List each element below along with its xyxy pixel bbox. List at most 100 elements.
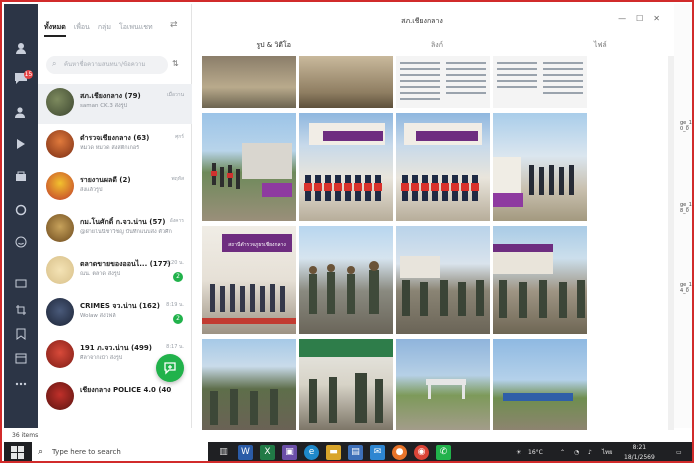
photo-thumbnail[interactable] — [493, 226, 587, 334]
chrome-icon[interactable]: ◉ — [414, 445, 429, 460]
tab-links[interactable]: ลิงก์ — [355, 40, 518, 56]
minimize-icon[interactable]: — — [618, 14, 626, 23]
app-frame: 15 ทั้งหมด เพื่อน กลุ่ม โอเพนแชท ⇄ ค้นหา… — [0, 0, 694, 463]
shop-icon[interactable] — [13, 168, 29, 184]
bookmark-icon[interactable] — [13, 326, 29, 342]
person-icon[interactable] — [13, 40, 29, 56]
tab-groups[interactable]: กลุ่ม — [98, 22, 111, 37]
more-icon[interactable] — [13, 376, 29, 392]
photo-thumbnail[interactable] — [299, 226, 393, 334]
photos-icon[interactable]: ▣ — [282, 445, 297, 460]
chat-list-item[interactable]: เชียงกลาง POLICE 4.0 (40) — [38, 378, 192, 418]
avatar — [46, 172, 74, 200]
avatar — [46, 340, 74, 368]
weather-temperature[interactable]: 16°C — [528, 442, 543, 461]
photo-thumbnail[interactable] — [396, 339, 490, 430]
photo-thumbnail[interactable] — [202, 113, 296, 221]
photo-thumbnail[interactable] — [299, 56, 393, 108]
chat-filter-tabs: ทั้งหมด เพื่อน กลุ่ม โอเพนแชท — [44, 22, 153, 37]
chat-search-input[interactable]: ค้นหาชื่อความสนทนา/ข้อความ — [46, 56, 168, 74]
chat-time: อังคาร — [169, 218, 184, 224]
chat-list-item[interactable]: ตำรวจเชียงกลาง (63) หมวด หมวด ส่งสติกเกอ… — [38, 126, 192, 166]
voom-icon[interactable] — [13, 202, 29, 218]
photo-thumbnail[interactable]: สถานีตำรวจภูธรเชียงกลาง — [202, 226, 296, 334]
close-icon[interactable]: ✕ — [653, 14, 660, 23]
avatar — [46, 298, 74, 326]
photo-thumbnail[interactable] — [396, 113, 490, 221]
chat-list-item[interactable]: CRIMES จว.น่าน (162) Wolaw ส่งไฟล์ 8:19 … — [38, 294, 192, 334]
chat-preview: @ฝ่ายโนนีชาวิชญ บันทึกแนบส่ง ตัวศึกษาทำห… — [80, 229, 172, 235]
line-icon[interactable]: ✆ — [436, 445, 451, 460]
items-count: 36 items — [12, 432, 39, 439]
mail-icon[interactable]: ✉ — [370, 445, 385, 460]
chat-preview: หมวด หมวด ส่งสติกเกอร์ — [80, 145, 140, 151]
photo-thumbnail[interactable] — [299, 113, 393, 221]
avatar — [46, 256, 74, 284]
gallery-scrollbar[interactable] — [668, 56, 674, 430]
tab-openchat[interactable]: โอเพนแชท — [119, 22, 153, 37]
window-controls: — ☐ ✕ — [618, 14, 660, 23]
photo-thumbnail[interactable] — [396, 226, 490, 334]
sort-icon[interactable]: ⇅ — [172, 59, 179, 68]
chat-time: ศุกร์ — [175, 134, 184, 140]
screen-share-icon[interactable] — [13, 276, 29, 292]
photo-grid: สถานีตำรวจภูธรเชียงกลาง — [202, 56, 596, 430]
unread-count-badge: 2 — [173, 272, 183, 282]
tray-chevron-icon[interactable]: ⌃ — [560, 442, 565, 461]
edge-icon[interactable]: e — [304, 445, 319, 460]
store-icon[interactable]: ▤ — [348, 445, 363, 460]
excel-icon[interactable]: X — [260, 445, 275, 460]
windows-start-icon[interactable] — [10, 445, 25, 460]
chat-name: รายงานผลดี (2) — [80, 176, 131, 184]
chat-list-item[interactable]: กม.โนศักดิ์ ก.จว.น่าน (57) @ฝ่ายโนนีชาวิ… — [38, 210, 192, 250]
volume-icon[interactable]: ♪ — [588, 442, 592, 461]
weather-icon[interactable]: ☀ — [516, 442, 521, 461]
firefox-icon[interactable]: ● — [392, 445, 407, 460]
language-indicator[interactable]: ไทย — [602, 442, 613, 461]
gallery-tabs: รูป & วิดีโอ ลิงก์ ไฟล์ — [192, 40, 682, 56]
photo-thumbnail[interactable] — [202, 56, 296, 108]
crop-icon[interactable] — [13, 302, 29, 318]
chat-name: สภ.เชียงกลาง (79) — [80, 92, 141, 100]
file-explorer-icon[interactable]: ▬ — [326, 445, 341, 460]
clock-date: 18/1/2569 — [624, 454, 655, 461]
tab-photos-videos[interactable]: รูป & วิดีโอ — [192, 40, 355, 56]
clock-time: 8:21 — [632, 444, 647, 451]
network-icon[interactable]: ◔ — [574, 442, 579, 461]
notification-icon[interactable]: ▭ — [676, 442, 682, 461]
avatar — [46, 382, 74, 410]
photo-thumbnail[interactable] — [493, 339, 587, 430]
word-icon[interactable]: W — [238, 445, 253, 460]
photo-thumbnail[interactable] — [396, 56, 490, 108]
photo-thumbnail[interactable] — [493, 56, 587, 108]
taskbar-search-input[interactable]: Type here to search — [32, 442, 208, 461]
tab-files[interactable]: ไฟล์ — [519, 40, 682, 56]
background-window-label: ge_1 8_0 — [680, 202, 692, 214]
chat-list-item[interactable]: สภ.เชียงกลาง (79) saman CK.3 ส่งรูป เมื่… — [38, 84, 192, 124]
chat-name: CRIMES จว.น่าน (162) — [80, 302, 160, 310]
photo-thumbnail[interactable] — [202, 339, 296, 430]
chat-unread-badge: 15 — [24, 70, 33, 79]
station-banner-text: สถานีตำรวจภูธรเชียงกลาง — [228, 241, 286, 248]
tab-all[interactable]: ทั้งหมด — [44, 22, 66, 37]
new-chat-button[interactable] — [156, 354, 184, 382]
play-icon[interactable] — [13, 136, 29, 152]
clock[interactable]: 8:21 18/1/2569 — [624, 443, 655, 461]
chat-list-item[interactable]: ตลาดขายของออนไ... (177) ณน. ตลาด ส่งรูป … — [38, 252, 192, 292]
search-icon: ⌕ — [52, 59, 57, 68]
emoji-icon[interactable] — [13, 234, 29, 250]
chat-list-item[interactable]: รายงานผลดี (2) ส่งแล้วรูป พฤหัส — [38, 168, 192, 208]
photo-thumbnail[interactable] — [299, 339, 393, 430]
gallery-window: สภ.เชียงกลาง — ☐ ✕ รูป & วิดีโอ ลิงก์ ไฟ… — [192, 4, 674, 430]
calendar-icon[interactable] — [13, 350, 29, 366]
gallery-title: สภ.เชียงกลาง — [401, 17, 443, 25]
left-rail: 15 — [4, 4, 38, 428]
maximize-icon[interactable]: ☐ — [636, 14, 643, 23]
filter-settings-icon[interactable]: ⇄ — [170, 20, 178, 30]
add-friend-icon[interactable] — [13, 104, 29, 120]
photo-thumbnail[interactable] — [493, 113, 587, 221]
avatar — [46, 88, 74, 116]
task-view-icon[interactable]: ▥ — [216, 445, 231, 460]
chat-preview: ส่งแล้วรูป — [80, 187, 103, 193]
tab-friends[interactable]: เพื่อน — [74, 22, 90, 37]
